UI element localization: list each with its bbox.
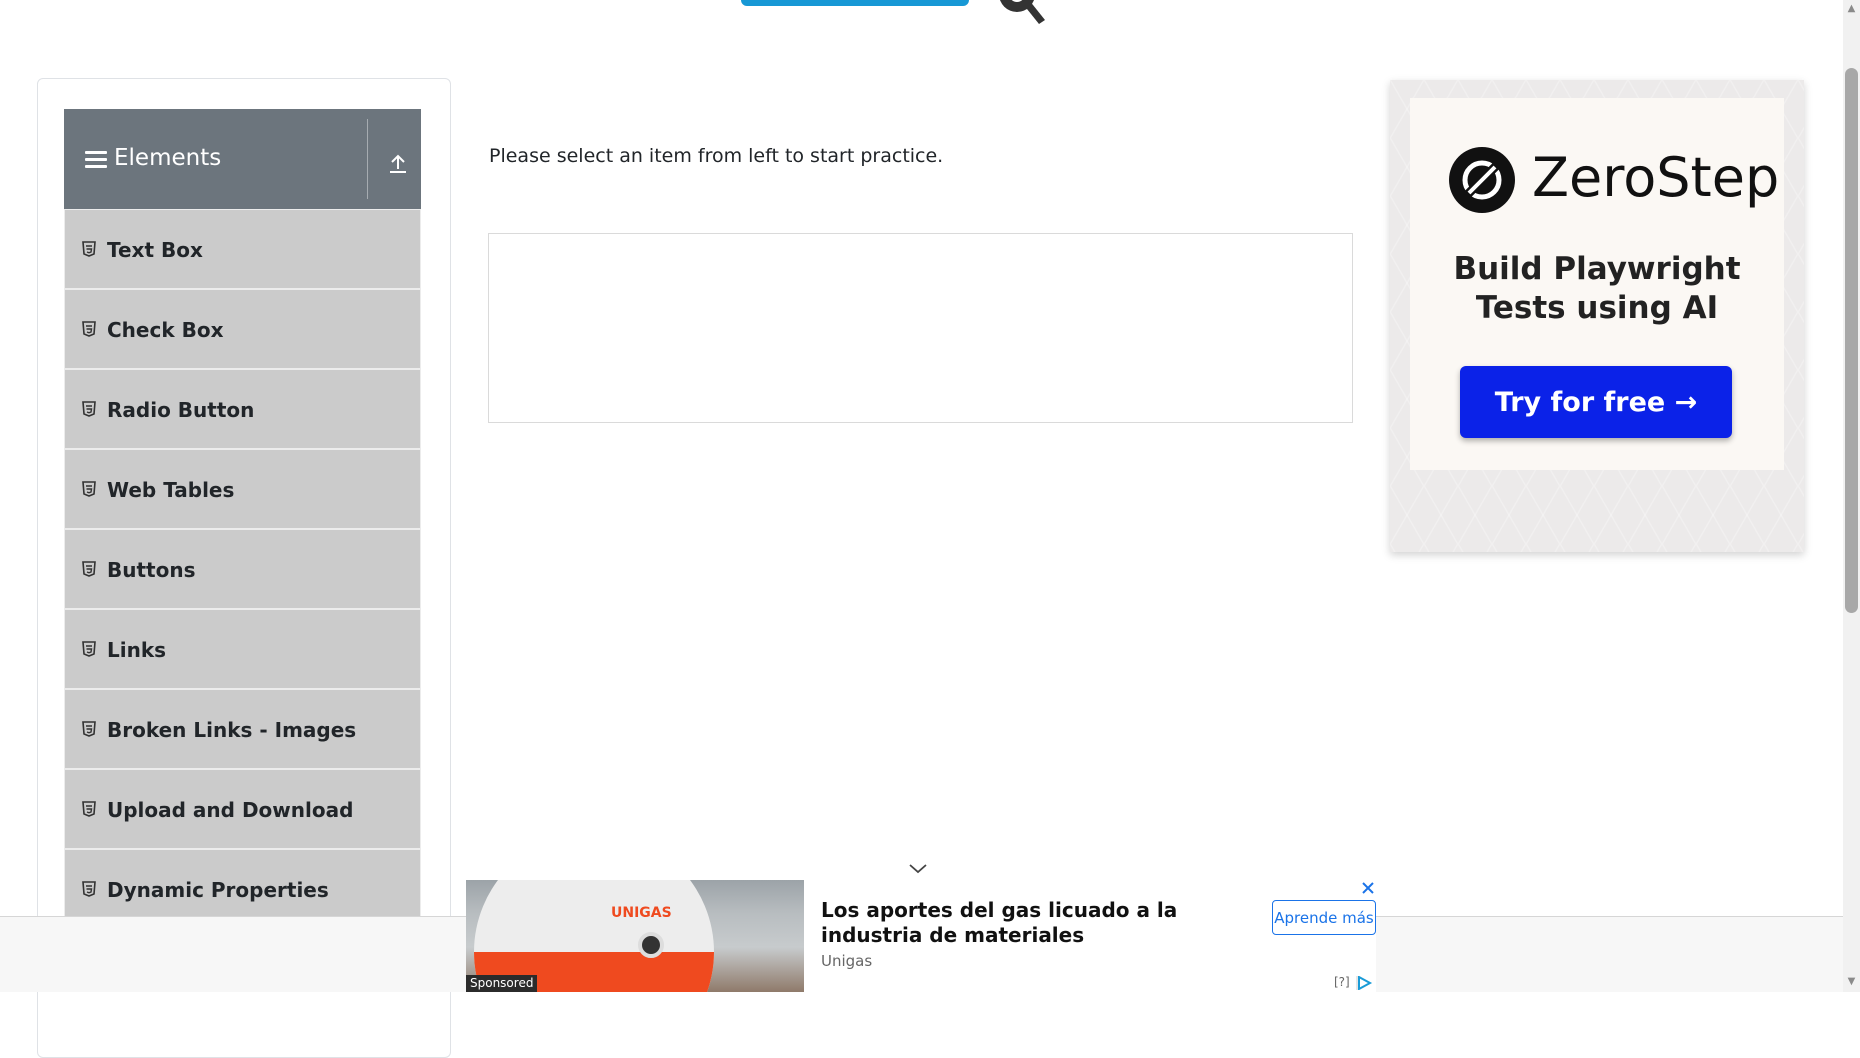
sidebar-item-web-tables[interactable]: Web Tables bbox=[64, 449, 421, 529]
collapse-arrow-icon[interactable] bbox=[387, 153, 409, 175]
scrollbar-thumb[interactable] bbox=[1845, 68, 1858, 613]
close-icon[interactable] bbox=[1360, 880, 1376, 896]
html5-icon bbox=[82, 241, 96, 257]
ad-headline[interactable]: Los aportes del gas licuado a la industr… bbox=[821, 898, 1261, 948]
learn-more-button[interactable]: Aprende más bbox=[1272, 900, 1376, 935]
ad-advertiser: Unigas bbox=[821, 952, 873, 970]
ad-info-link[interactable]: [?] bbox=[1334, 975, 1350, 989]
sidebar-item-upload-and-download[interactable]: Upload and Download bbox=[64, 769, 421, 849]
tank-porthole bbox=[638, 932, 664, 958]
practice-content-area bbox=[488, 233, 1353, 423]
html5-icon bbox=[82, 721, 96, 737]
menu-icon bbox=[85, 151, 107, 169]
html5-icon bbox=[82, 881, 96, 897]
ad-image-brand: UNIGAS bbox=[611, 905, 672, 921]
unigas-ad[interactable]: UNIGAS Sponsored Los aportes del gas lic… bbox=[466, 880, 1376, 992]
chevron-down-icon[interactable] bbox=[906, 860, 930, 878]
sidebar-item-broken-links-images[interactable]: Broken Links - Images bbox=[64, 689, 421, 769]
ad-image[interactable]: UNIGAS Sponsored bbox=[466, 880, 804, 992]
scroll-up-arrow-icon[interactable]: ▲ bbox=[1845, 2, 1858, 16]
intro-text: Please select an item from left to start… bbox=[489, 145, 944, 167]
elements-group-header[interactable]: Elements bbox=[64, 109, 421, 209]
scroll-down-arrow-icon[interactable]: ▼ bbox=[1845, 975, 1858, 989]
sidebar-item-label: Upload and Download bbox=[107, 798, 354, 822]
zerostep-logo-icon bbox=[1449, 147, 1515, 213]
gear-tools-icon bbox=[1000, 0, 1045, 24]
sidebar-item-check-box[interactable]: Check Box bbox=[64, 289, 421, 369]
elements-menu: Text Box Check Box Radio Button Web Tabl… bbox=[64, 209, 421, 929]
sponsored-label: Sponsored bbox=[466, 975, 538, 992]
html5-icon bbox=[82, 641, 96, 657]
adchoices-icon[interactable] bbox=[1356, 976, 1374, 990]
ad-brand-name: ZeroStep bbox=[1532, 146, 1780, 209]
sidebar-item-label: Check Box bbox=[107, 318, 224, 342]
sidebar-item-label: Dynamic Properties bbox=[107, 878, 329, 902]
sidebar-item-label: Text Box bbox=[107, 238, 203, 262]
group-title: Elements bbox=[114, 145, 222, 171]
html5-icon bbox=[82, 481, 96, 497]
try-for-free-button[interactable]: Try for free → bbox=[1460, 366, 1732, 438]
html5-icon bbox=[82, 561, 96, 577]
zerostep-ad[interactable]: ZeroStep Build Playwright Tests using AI… bbox=[1390, 80, 1804, 552]
ad-card: ZeroStep Build Playwright Tests using AI… bbox=[1410, 98, 1784, 470]
logo-wordmark bbox=[741, 0, 969, 6]
sidebar-item-links[interactable]: Links bbox=[64, 609, 421, 689]
sidebar-item-label: Radio Button bbox=[107, 398, 255, 422]
site-logo[interactable] bbox=[735, 0, 1125, 36]
sidebar-item-label: Web Tables bbox=[107, 478, 235, 502]
html5-icon bbox=[82, 801, 96, 817]
sidebar-item-radio-button[interactable]: Radio Button bbox=[64, 369, 421, 449]
html5-icon bbox=[82, 321, 96, 337]
sidebar-item-text-box[interactable]: Text Box bbox=[64, 209, 421, 289]
sidebar-item-label: Links bbox=[107, 638, 167, 662]
ad-tagline: Build Playwright Tests using AI bbox=[1453, 251, 1741, 326]
header-divider bbox=[367, 119, 368, 199]
sidebar-item-label: Buttons bbox=[107, 558, 196, 582]
sidebar-item-label: Broken Links - Images bbox=[107, 718, 357, 742]
html5-icon bbox=[82, 401, 96, 417]
sidebar-item-buttons[interactable]: Buttons bbox=[64, 529, 421, 609]
